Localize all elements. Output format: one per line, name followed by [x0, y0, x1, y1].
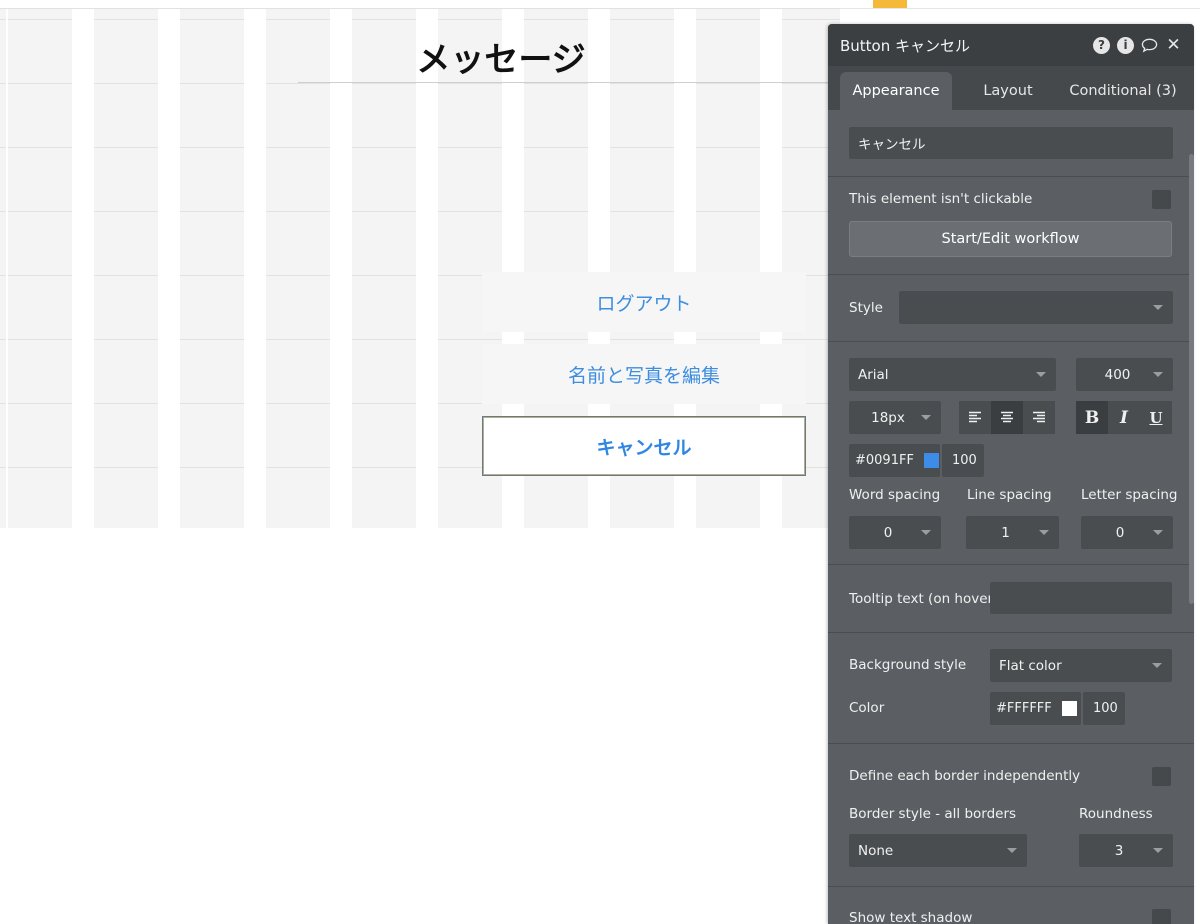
- letter-spacing-value: 0: [1115, 524, 1125, 541]
- style-section: Style: [828, 275, 1194, 342]
- tab-appearance[interactable]: Appearance: [840, 72, 952, 110]
- background-style-value: Flat color: [999, 657, 1062, 674]
- background-section: Background style Flat color Color #FFFFF…: [828, 633, 1194, 744]
- chevron-down-icon: [1153, 305, 1163, 310]
- text-format-group: B I U: [1076, 401, 1172, 434]
- word-spacing-label: Word spacing: [849, 487, 941, 503]
- cancel-button-selected[interactable]: キャンセル: [482, 416, 806, 476]
- chevron-down-icon: [921, 415, 931, 420]
- text-shadow-section: Show text shadow: [828, 887, 1194, 924]
- line-spacing-value: 1: [1001, 524, 1010, 541]
- font-weight-dropdown[interactable]: 400: [1076, 358, 1173, 391]
- chevron-down-icon: [1039, 530, 1049, 535]
- tooltip-label: Tooltip text (on hover): [849, 591, 999, 607]
- chevron-down-icon: [1036, 372, 1046, 377]
- line-spacing-dropdown[interactable]: 1: [966, 516, 1059, 549]
- help-icon[interactable]: ?: [1093, 36, 1110, 54]
- chevron-down-icon: [1153, 372, 1163, 377]
- text-align-group: [959, 401, 1055, 434]
- property-editor-panel: Button キャンセル ? i ✕ Appearance Layout Con…: [828, 24, 1194, 924]
- border-style-dropdown[interactable]: None: [849, 834, 1027, 867]
- border-style-value: None: [858, 842, 894, 859]
- font-family-dropdown[interactable]: Arial: [849, 358, 1056, 391]
- font-color-value: #0091FF: [855, 453, 914, 468]
- font-color-swatch[interactable]: [923, 453, 939, 468]
- tooltip-input[interactable]: [990, 582, 1172, 614]
- style-label: Style: [849, 300, 883, 316]
- style-dropdown[interactable]: [899, 291, 1173, 324]
- align-right-icon[interactable]: [1023, 401, 1055, 434]
- border-independent-label: Define each border independently: [849, 768, 1081, 784]
- align-left-icon[interactable]: [959, 401, 991, 434]
- chevron-down-icon: [1007, 848, 1017, 853]
- letter-spacing-label: Letter spacing: [1081, 487, 1178, 503]
- italic-button[interactable]: I: [1108, 401, 1140, 434]
- logout-button[interactable]: ログアウト: [482, 272, 806, 332]
- bg-color-swatch[interactable]: [1061, 701, 1077, 716]
- not-clickable-label: This element isn't clickable: [849, 191, 1033, 207]
- roundness-value: 3: [1114, 842, 1124, 859]
- border-independent-checkbox[interactable]: [1152, 767, 1171, 786]
- align-center-icon[interactable]: [991, 401, 1023, 434]
- bg-opacity-input[interactable]: 100: [1083, 692, 1125, 725]
- page-title[interactable]: メッセージ: [395, 32, 607, 81]
- tooltip-section: Tooltip text (on hover): [828, 565, 1194, 633]
- tab-layout[interactable]: Layout: [952, 72, 1064, 110]
- bg-color-value: #FFFFFF: [996, 701, 1052, 716]
- text-section: キャンセル: [828, 110, 1194, 177]
- font-weight-value: 400: [1104, 366, 1131, 383]
- edit-profile-button[interactable]: 名前と写真を編集: [482, 344, 806, 404]
- roundness-dropdown[interactable]: 3: [1079, 834, 1173, 867]
- close-icon[interactable]: ✕: [1165, 35, 1182, 55]
- chevron-down-icon: [1153, 530, 1163, 535]
- font-opacity-input[interactable]: 100: [942, 444, 984, 477]
- text-shadow-checkbox[interactable]: [1152, 909, 1171, 924]
- panel-scrollbar[interactable]: [1189, 154, 1194, 604]
- font-size-value: 18px: [871, 409, 905, 426]
- roundness-label: Roundness: [1079, 806, 1153, 822]
- border-style-label: Border style - all borders: [849, 806, 1017, 822]
- line-spacing-label: Line spacing: [967, 487, 1052, 503]
- border-section: Define each border independently Border …: [828, 744, 1194, 887]
- word-spacing-value: 0: [883, 524, 893, 541]
- panel-title: Button キャンセル: [840, 36, 971, 55]
- word-spacing-dropdown[interactable]: 0: [849, 516, 941, 549]
- font-size-dropdown[interactable]: 18px: [849, 401, 941, 434]
- font-color-field[interactable]: #0091FF: [849, 444, 940, 477]
- font-section: Arial 400 18px B I U #0091FF 100 Word sp…: [828, 342, 1194, 565]
- color-label: Color: [849, 700, 885, 716]
- chevron-down-icon: [1152, 663, 1162, 668]
- workflow-section: This element isn't clickable Start/Edit …: [828, 177, 1194, 275]
- background-style-dropdown[interactable]: Flat color: [990, 649, 1172, 682]
- chevron-down-icon: [1153, 848, 1163, 853]
- underline-button[interactable]: U: [1140, 401, 1172, 434]
- chevron-down-icon: [921, 530, 931, 535]
- info-icon[interactable]: i: [1117, 36, 1134, 54]
- title-divider: [298, 82, 858, 83]
- text-shadow-label: Show text shadow: [849, 910, 973, 924]
- bold-button[interactable]: B: [1076, 401, 1108, 434]
- bg-color-field[interactable]: #FFFFFF: [990, 692, 1081, 725]
- button-text-input[interactable]: キャンセル: [849, 127, 1173, 159]
- background-style-label: Background style: [849, 657, 967, 673]
- tab-conditional[interactable]: Conditional (3): [1064, 72, 1182, 110]
- start-edit-workflow-button[interactable]: Start/Edit workflow: [849, 221, 1172, 257]
- comment-icon[interactable]: [1141, 37, 1158, 54]
- letter-spacing-dropdown[interactable]: 0: [1081, 516, 1173, 549]
- font-family-value: Arial: [858, 366, 889, 383]
- panel-header[interactable]: Button キャンセル ? i ✕: [828, 24, 1194, 66]
- ruler-marker: [873, 0, 907, 8]
- panel-tabs: Appearance Layout Conditional (3): [828, 66, 1194, 110]
- header-icons: ? i ✕: [1093, 35, 1182, 55]
- not-clickable-checkbox[interactable]: [1152, 190, 1171, 209]
